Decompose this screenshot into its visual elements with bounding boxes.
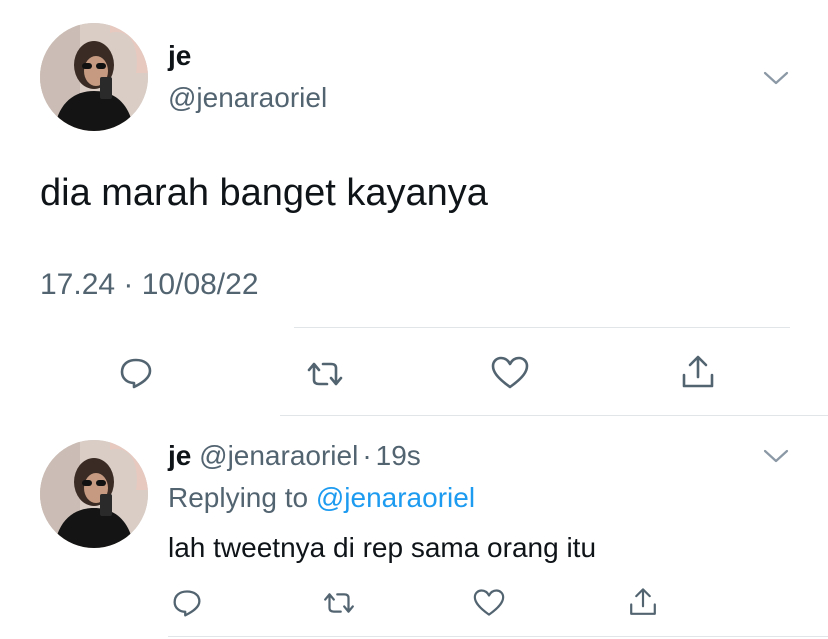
tweet-text: lah tweetnya di rep sama orang itu [168, 532, 597, 563]
display-name[interactable]: je [168, 40, 191, 72]
like-icon[interactable] [470, 586, 508, 620]
chevron-down-icon[interactable] [760, 444, 792, 468]
user-handle[interactable]: @jenaraoriel [168, 82, 327, 114]
reply-icon[interactable] [114, 353, 158, 393]
tweet-text: dia marah banget kayanya [40, 172, 488, 214]
share-icon[interactable] [676, 351, 720, 393]
tweet-timestamp[interactable]: 17.24 · 10/08/22 [40, 268, 259, 302]
divider [168, 636, 828, 637]
retweet-icon[interactable] [318, 587, 360, 619]
share-icon[interactable] [624, 583, 662, 621]
user-handle[interactable]: @jenaraoriel [199, 440, 358, 471]
separator-dot: · [362, 440, 372, 471]
replying-to-label: Replying to [168, 482, 309, 513]
divider [294, 327, 790, 328]
display-name[interactable]: je [168, 440, 191, 471]
avatar[interactable] [40, 23, 148, 131]
retweet-icon[interactable] [301, 355, 349, 393]
divider [280, 415, 828, 416]
replying-to: Replying to @jenaraoriel [168, 482, 475, 514]
tweet-age[interactable]: 19s [376, 440, 421, 471]
reply-header: je @jenaraoriel · 19s [168, 440, 421, 472]
reply-icon[interactable] [168, 585, 206, 621]
chevron-down-icon[interactable] [760, 66, 792, 90]
like-icon[interactable] [488, 353, 532, 393]
avatar[interactable] [40, 440, 148, 548]
replying-to-handle[interactable]: @jenaraoriel [316, 482, 475, 513]
